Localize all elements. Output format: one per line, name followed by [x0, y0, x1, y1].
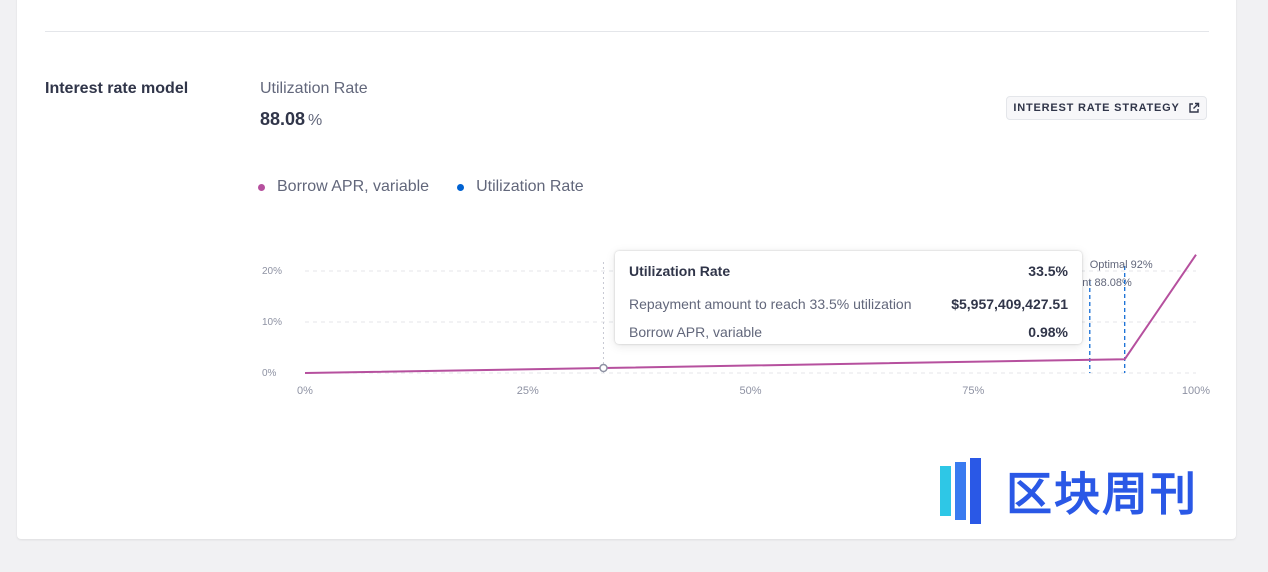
y-tick-label: 10%	[262, 317, 282, 328]
tooltip-apr-label: Borrow APR, variable	[629, 324, 763, 340]
marker-label: Optimal 92%	[1090, 259, 1153, 271]
tooltip-repay-value: $5,957,409,427.51	[951, 296, 1068, 312]
tooltip-title-value: 33.5%	[1028, 263, 1068, 279]
hover-point	[599, 363, 608, 373]
x-tick-label: 50%	[739, 385, 761, 397]
y-tick-label: 0%	[262, 368, 277, 379]
x-tick-label: 0%	[297, 385, 313, 397]
watermark-logo-icon	[940, 458, 981, 524]
watermark-text: 区块周刊	[1006, 468, 1198, 520]
x-tick-label: 25%	[517, 385, 539, 397]
watermark: 区块周刊	[938, 458, 1198, 524]
tooltip-repay-label: Repayment amount to reach 33.5% utilizat…	[629, 296, 912, 312]
tooltip-row-repayment: Repayment amount to reach 33.5% utilizat…	[629, 290, 1068, 318]
chart-tooltip: Utilization Rate 33.5% Repayment amount …	[615, 251, 1082, 344]
tooltip-row-utilization: Utilization Rate 33.5%	[629, 262, 1068, 280]
tooltip-title: Utilization Rate	[629, 263, 731, 279]
x-tick-label: 100%	[1182, 385, 1210, 397]
tooltip-apr-value: 0.98%	[1028, 324, 1068, 340]
y-tick-label: 20%	[262, 266, 282, 277]
x-tick-label: 75%	[962, 385, 984, 397]
tooltip-row-apr: Borrow APR, variable 0.98%	[629, 318, 1068, 346]
